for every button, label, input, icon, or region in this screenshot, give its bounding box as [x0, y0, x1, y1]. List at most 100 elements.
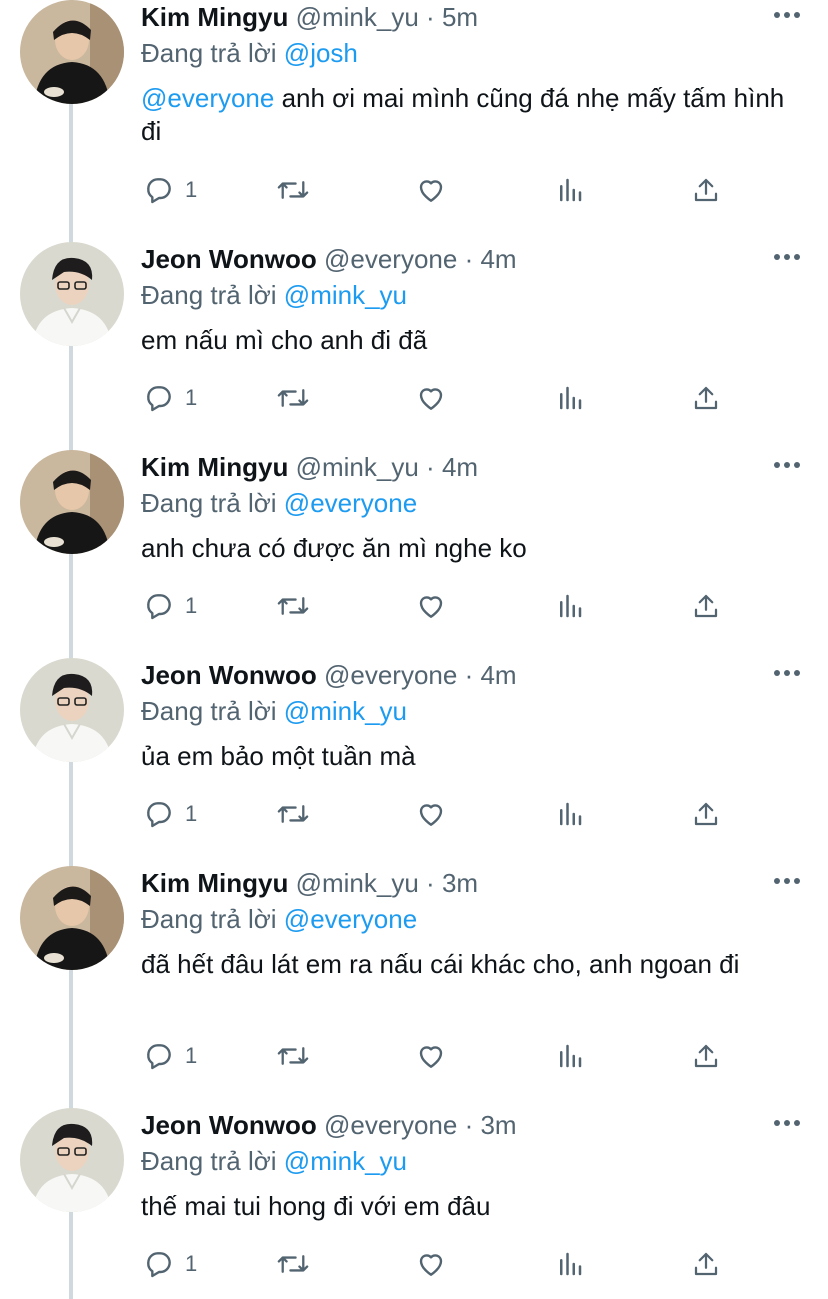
more-icon[interactable]	[774, 254, 800, 260]
author-name[interactable]: Jeon Wonwoo	[141, 1110, 317, 1140]
analytics-button[interactable]	[555, 1244, 585, 1284]
share-button[interactable]	[691, 1036, 721, 1076]
share-icon	[694, 594, 718, 618]
tweet-time[interactable]: 3m	[442, 868, 478, 898]
separator-dot: ·	[426, 2, 435, 32]
analytics-button[interactable]	[555, 586, 585, 626]
avatar-mingyu[interactable]	[20, 866, 124, 970]
reply-button[interactable]: 1	[143, 1244, 197, 1284]
analytics-icon	[560, 386, 582, 410]
like-button[interactable]	[415, 170, 447, 210]
share-button[interactable]	[691, 170, 721, 210]
replying-to-mention[interactable]: @mink_yu	[284, 1146, 407, 1176]
replying-to-mention[interactable]: @josh	[284, 38, 358, 68]
reply-icon	[147, 386, 171, 412]
avatar-wonwoo[interactable]	[20, 1108, 124, 1212]
avatar-wonwoo[interactable]	[20, 658, 124, 762]
reply-button[interactable]: 1	[143, 378, 197, 418]
reply-count: 1	[185, 593, 198, 618]
tweet-time[interactable]: 4m	[480, 244, 516, 274]
like-button[interactable]	[415, 378, 447, 418]
reply-button[interactable]: 1	[143, 586, 197, 626]
tweet-text: em nấu mì cho anh đi đã	[141, 325, 428, 355]
retweet-icon	[277, 181, 309, 199]
tweet-text: ủa em bảo một tuần mà	[141, 741, 416, 771]
more-icon[interactable]	[774, 12, 800, 18]
analytics-icon	[560, 178, 582, 202]
share-button[interactable]	[691, 794, 721, 834]
more-icon[interactable]	[774, 670, 800, 676]
replying-to-label: Đang trả lời	[141, 696, 277, 726]
replying-to-label: Đang trả lời	[141, 1146, 277, 1176]
author-name[interactable]: Jeon Wonwoo	[141, 660, 317, 690]
author-handle[interactable]: @mink_yu	[296, 2, 419, 32]
tweet-time[interactable]: 4m	[442, 452, 478, 482]
analytics-icon	[560, 1044, 582, 1068]
heart-icon	[419, 804, 443, 826]
author-handle[interactable]: @everyone	[324, 244, 457, 274]
reply-button[interactable]: 1	[143, 794, 197, 834]
author-handle[interactable]: @everyone	[324, 660, 457, 690]
replying-to-label: Đang trả lời	[141, 904, 277, 934]
author-handle[interactable]: @mink_yu	[296, 452, 419, 482]
more-icon[interactable]	[774, 1120, 800, 1126]
separator-dot: ·	[464, 244, 474, 274]
reply-count: 1	[185, 801, 198, 826]
analytics-button[interactable]	[555, 1036, 585, 1076]
analytics-button[interactable]	[555, 378, 585, 418]
author-name[interactable]: Jeon Wonwoo	[141, 244, 317, 274]
author-handle[interactable]: @everyone	[324, 1110, 457, 1140]
text-mention[interactable]: @everyone	[141, 83, 274, 113]
replying-to-mention[interactable]: @mink_yu	[284, 280, 407, 310]
more-icon[interactable]	[774, 462, 800, 468]
tweet-text: thế mai tui hong đi với em đâu	[141, 1191, 491, 1221]
heart-icon	[419, 1254, 443, 1276]
separator-dot: ·	[426, 868, 435, 898]
like-button[interactable]	[415, 586, 447, 626]
share-icon	[694, 386, 718, 410]
share-icon	[694, 1252, 718, 1276]
more-icon[interactable]	[774, 878, 800, 884]
author-handle[interactable]: @mink_yu	[296, 868, 419, 898]
retweet-icon	[277, 1047, 309, 1065]
tweet-time[interactable]: 5m	[442, 2, 478, 32]
reply-button[interactable]: 1	[143, 170, 197, 210]
share-button[interactable]	[691, 586, 721, 626]
analytics-icon	[560, 594, 582, 618]
tweet-time[interactable]: 3m	[480, 1110, 516, 1140]
replying-to-mention[interactable]: @mink_yu	[284, 696, 407, 726]
share-button[interactable]	[691, 378, 721, 418]
tweet-text: @everyone anh ơi mai mình cũng đá nhẹ mấ…	[141, 82, 791, 148]
retweet-button[interactable]	[275, 794, 311, 834]
share-icon	[694, 178, 718, 202]
share-icon	[694, 1044, 718, 1068]
replying-to-mention[interactable]: @everyone	[284, 488, 417, 518]
heart-icon	[419, 388, 443, 410]
retweet-button[interactable]	[275, 1036, 311, 1076]
retweet-icon	[277, 805, 309, 823]
action-bar: 1	[141, 586, 731, 626]
avatar-wonwoo[interactable]	[20, 242, 124, 346]
avatar-mingyu[interactable]	[20, 0, 124, 104]
retweet-button[interactable]	[275, 378, 311, 418]
replying-to-mention[interactable]: @everyone	[284, 904, 417, 934]
retweet-icon	[277, 389, 309, 407]
avatar-mingyu[interactable]	[20, 450, 124, 554]
tweet-time[interactable]: 4m	[480, 660, 516, 690]
reply-icon	[147, 802, 171, 828]
like-button[interactable]	[415, 1244, 447, 1284]
retweet-button[interactable]	[275, 170, 311, 210]
author-name[interactable]: Kim Mingyu	[141, 2, 288, 32]
analytics-button[interactable]	[555, 170, 585, 210]
like-button[interactable]	[415, 1036, 447, 1076]
retweet-button[interactable]	[275, 1244, 311, 1284]
author-name[interactable]: Kim Mingyu	[141, 868, 288, 898]
analytics-button[interactable]	[555, 794, 585, 834]
share-button[interactable]	[691, 1244, 721, 1284]
reply-button[interactable]: 1	[143, 1036, 197, 1076]
retweet-button[interactable]	[275, 586, 311, 626]
reply-icon	[147, 178, 171, 204]
like-button[interactable]	[415, 794, 447, 834]
heart-icon	[419, 1046, 443, 1068]
author-name[interactable]: Kim Mingyu	[141, 452, 288, 482]
